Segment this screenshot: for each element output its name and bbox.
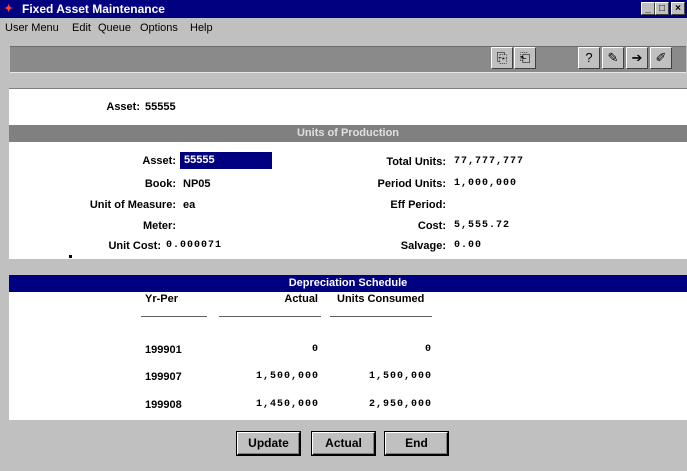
unit-cost-label: Unit Cost:	[108, 240, 161, 252]
unit-cost-value[interactable]: 0.000071	[166, 239, 222, 253]
window-title: Fixed Asset Maintenance	[22, 2, 165, 16]
table-row-actual[interactable]: 0	[220, 343, 319, 357]
resize-mark	[69, 255, 72, 258]
menu-bar: User Menu Edit Queue Options Help	[0, 18, 687, 38]
col-header-units-consumed[interactable]: Units Consumed	[337, 292, 424, 306]
maximize-button[interactable]: □	[655, 2, 669, 15]
table-row-yr-per[interactable]: 199901	[145, 343, 182, 357]
col-rule-yr-per	[141, 316, 207, 317]
salvage-label: Salvage:	[400, 240, 446, 252]
col-rule-units	[330, 316, 432, 317]
eff-period-label: Eff Period:	[390, 199, 446, 211]
minimize-button[interactable]: _	[641, 2, 655, 15]
menu-options[interactable]: Options	[140, 22, 178, 34]
cost-label: Cost:	[417, 220, 446, 232]
toolbar: ⎘ ⎗ ? ✎ ➔ ✐	[0, 38, 687, 78]
update-button[interactable]: Update	[237, 432, 300, 455]
actual-button[interactable]: Actual	[312, 432, 375, 455]
end-button[interactable]: End	[385, 432, 448, 455]
cost-value[interactable]: 5,555.72	[454, 219, 510, 233]
col-header-actual[interactable]: Actual	[240, 292, 318, 306]
edit-doc-icon[interactable]: ✎	[602, 47, 624, 69]
app-window: ✦ Fixed Asset Maintenance _ □ × User Men…	[0, 0, 687, 471]
copy-icon[interactable]: ⎘	[491, 47, 513, 69]
table-row-actual[interactable]: 1,500,000	[220, 370, 319, 384]
uom-value[interactable]: ea	[183, 198, 195, 212]
paste-icon[interactable]: ⎗	[514, 47, 536, 69]
menu-edit[interactable]: Edit	[72, 22, 91, 34]
total-units-value[interactable]: 77,777,777	[454, 155, 524, 169]
period-units-label: Period Units:	[377, 178, 446, 190]
pencil-icon[interactable]: ✐	[650, 47, 672, 69]
menu-help[interactable]: Help	[190, 22, 213, 34]
close-button[interactable]: ×	[671, 2, 685, 15]
asset-field[interactable]: 55555	[180, 152, 272, 169]
schedule-section-bar: Depreciation Schedule	[9, 275, 687, 292]
asset-label: Asset:	[142, 155, 176, 167]
total-units-label: Total Units:	[386, 156, 446, 168]
query-icon[interactable]: ?	[578, 47, 600, 69]
col-rule-actual	[219, 316, 321, 317]
header-asset-label: Asset:	[106, 101, 140, 113]
menu-queue[interactable]: Queue	[98, 22, 131, 34]
table-row-units[interactable]: 0	[330, 343, 432, 357]
header-asset-value: 55555	[145, 101, 176, 113]
app-icon[interactable]: ✦	[4, 3, 18, 15]
table-row-units[interactable]: 2,950,000	[330, 398, 432, 412]
table-row-yr-per[interactable]: 199908	[145, 398, 182, 412]
next-doc-icon[interactable]: ➔	[626, 47, 648, 69]
salvage-value[interactable]: 0.00	[454, 239, 482, 253]
book-value[interactable]: NP05	[183, 177, 211, 191]
table-row-actual[interactable]: 1,450,000	[220, 398, 319, 412]
meter-label: Meter:	[142, 220, 176, 232]
book-label: Book:	[144, 178, 176, 190]
uom-label: Unit of Measure:	[89, 199, 176, 211]
title-bar[interactable]: ✦ Fixed Asset Maintenance _ □ ×	[0, 0, 687, 18]
col-header-yr-per[interactable]: Yr-Per	[145, 292, 178, 306]
table-row-yr-per[interactable]: 199907	[145, 370, 182, 384]
table-row-units[interactable]: 1,500,000	[330, 370, 432, 384]
period-units-value[interactable]: 1,000,000	[454, 177, 517, 191]
menu-user-menu[interactable]: User Menu	[5, 22, 59, 34]
units-section-bar: Units of Production	[9, 125, 687, 142]
